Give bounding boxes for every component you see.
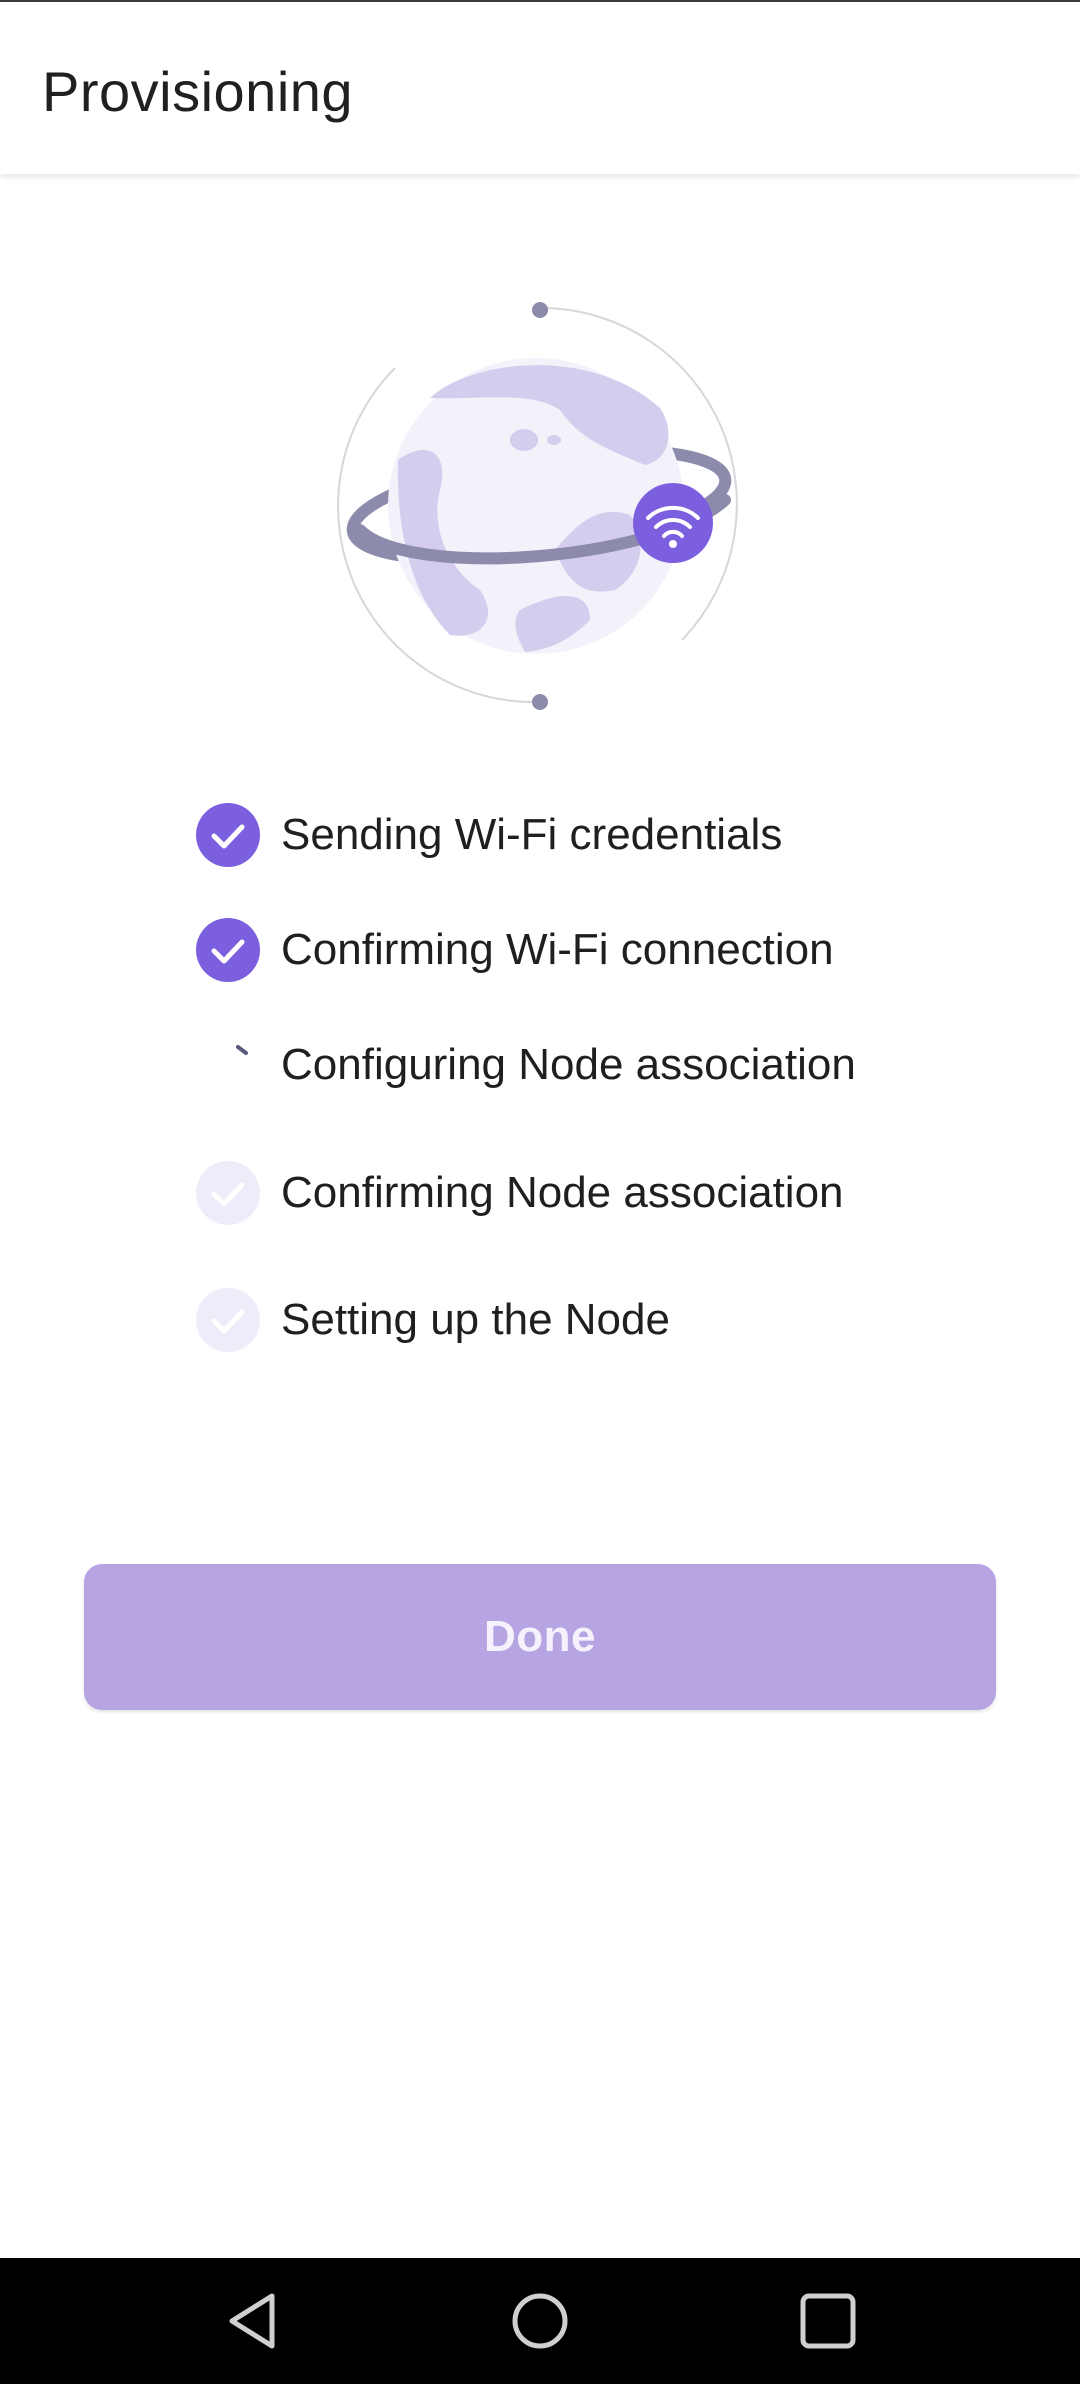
system-navigation-bar bbox=[0, 2258, 1080, 2384]
step-label: Sending Wi-Fi credentials bbox=[281, 810, 783, 859]
step-setting-up-node: Setting up the Node bbox=[196, 1285, 1016, 1355]
globe-wifi-icon bbox=[337, 302, 738, 710]
step-label: Confirming Wi-Fi connection bbox=[281, 925, 834, 974]
home-icon[interactable] bbox=[507, 2288, 573, 2354]
step-configuring-node-association: Configuring Node association bbox=[196, 1030, 1016, 1100]
step-label: Configuring Node association bbox=[281, 1040, 856, 1089]
step-confirming-node-association: Confirming Node association bbox=[196, 1158, 1016, 1228]
check-icon bbox=[196, 803, 260, 867]
step-sending-wifi-credentials: Sending Wi-Fi credentials bbox=[196, 800, 1016, 870]
app-bar: Provisioning bbox=[0, 0, 1080, 174]
check-icon bbox=[196, 1288, 260, 1352]
done-button[interactable]: Done bbox=[84, 1564, 996, 1710]
progress-spinner-icon bbox=[196, 1033, 260, 1097]
step-label: Setting up the Node bbox=[281, 1295, 670, 1344]
back-icon[interactable] bbox=[222, 2288, 288, 2354]
step-label: Confirming Node association bbox=[281, 1168, 844, 1217]
recents-icon[interactable] bbox=[795, 2288, 861, 2354]
step-confirming-wifi-connection: Confirming Wi-Fi connection bbox=[196, 915, 1016, 985]
page-title: Provisioning bbox=[42, 60, 354, 123]
check-icon bbox=[196, 1161, 260, 1225]
globe-wifi-illustration bbox=[330, 290, 750, 720]
check-icon bbox=[196, 918, 260, 982]
